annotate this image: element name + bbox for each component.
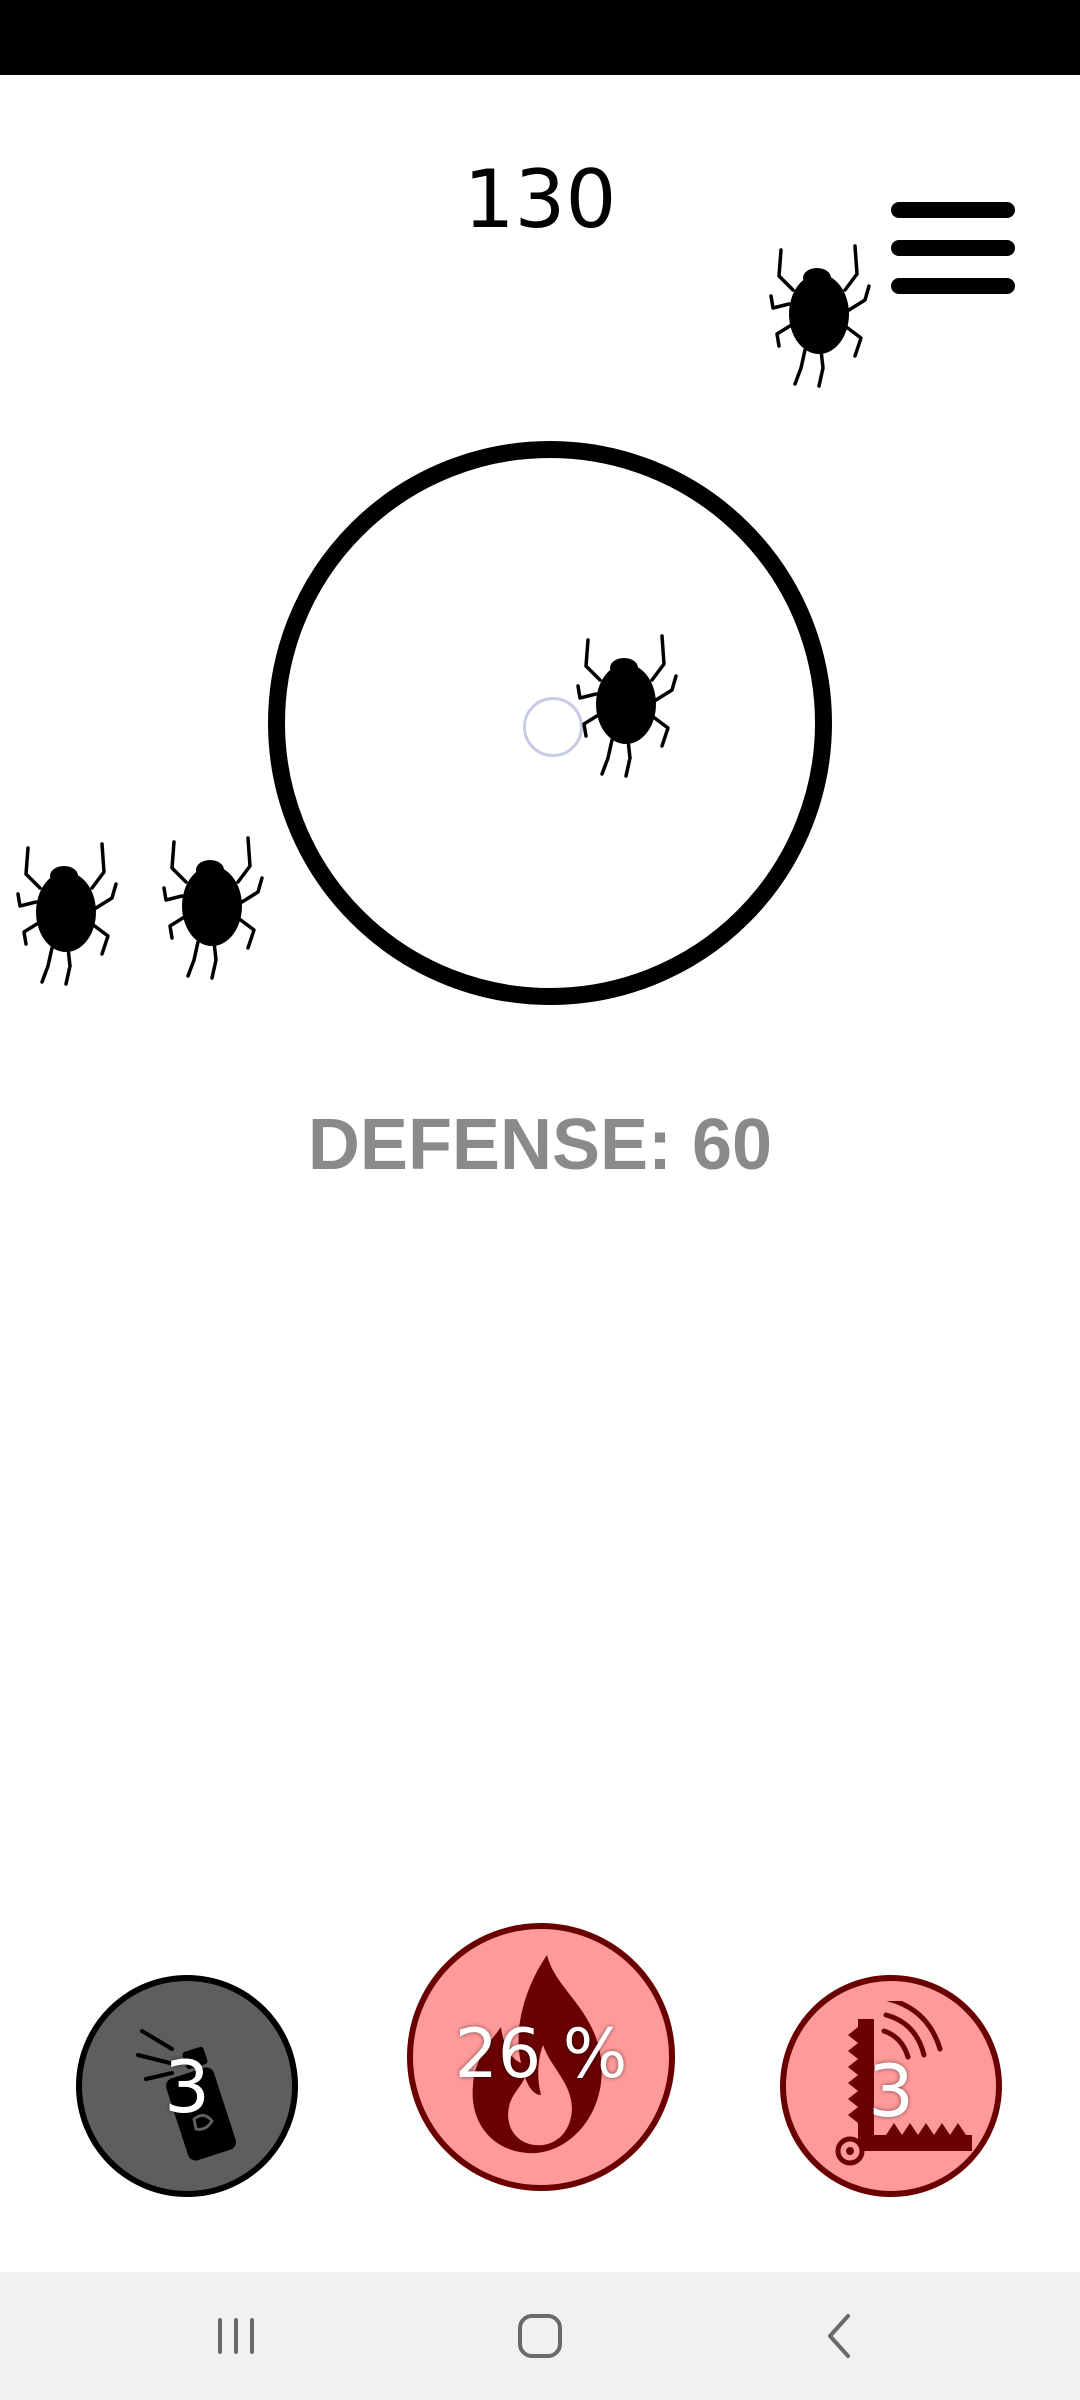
bug-enemy[interactable]	[12, 836, 122, 986]
navigation-bar	[0, 2272, 1080, 2400]
bug-enemy[interactable]	[765, 238, 875, 388]
bug-enemy[interactable]	[572, 628, 682, 778]
menu-icon	[891, 202, 1015, 218]
game-screen: 130 DEFENSE: 60 3 26 % 3	[0, 0, 1080, 2400]
spray-count: 3	[164, 2045, 210, 2129]
status-bar	[0, 0, 1080, 75]
menu-button[interactable]	[885, 198, 1023, 302]
bug-enemy[interactable]	[158, 830, 268, 980]
home-button[interactable]	[480, 2272, 600, 2400]
recent-apps-button[interactable]	[176, 2272, 296, 2400]
score-counter: 130	[463, 153, 617, 246]
home-icon	[518, 2314, 562, 2358]
fire-percent: 26 %	[454, 2015, 628, 2094]
fire-powerup-button[interactable]: 26 %	[407, 1923, 675, 2191]
back-button[interactable]	[780, 2272, 900, 2400]
defense-label: DEFENSE: 60	[307, 1105, 773, 1185]
trap-count: 3	[868, 2049, 914, 2133]
recent-apps-icon	[218, 2318, 254, 2354]
trap-powerup-button[interactable]: 3	[780, 1975, 1002, 2197]
back-icon	[828, 2314, 850, 2358]
spray-powerup-button[interactable]: 3	[76, 1975, 298, 2197]
